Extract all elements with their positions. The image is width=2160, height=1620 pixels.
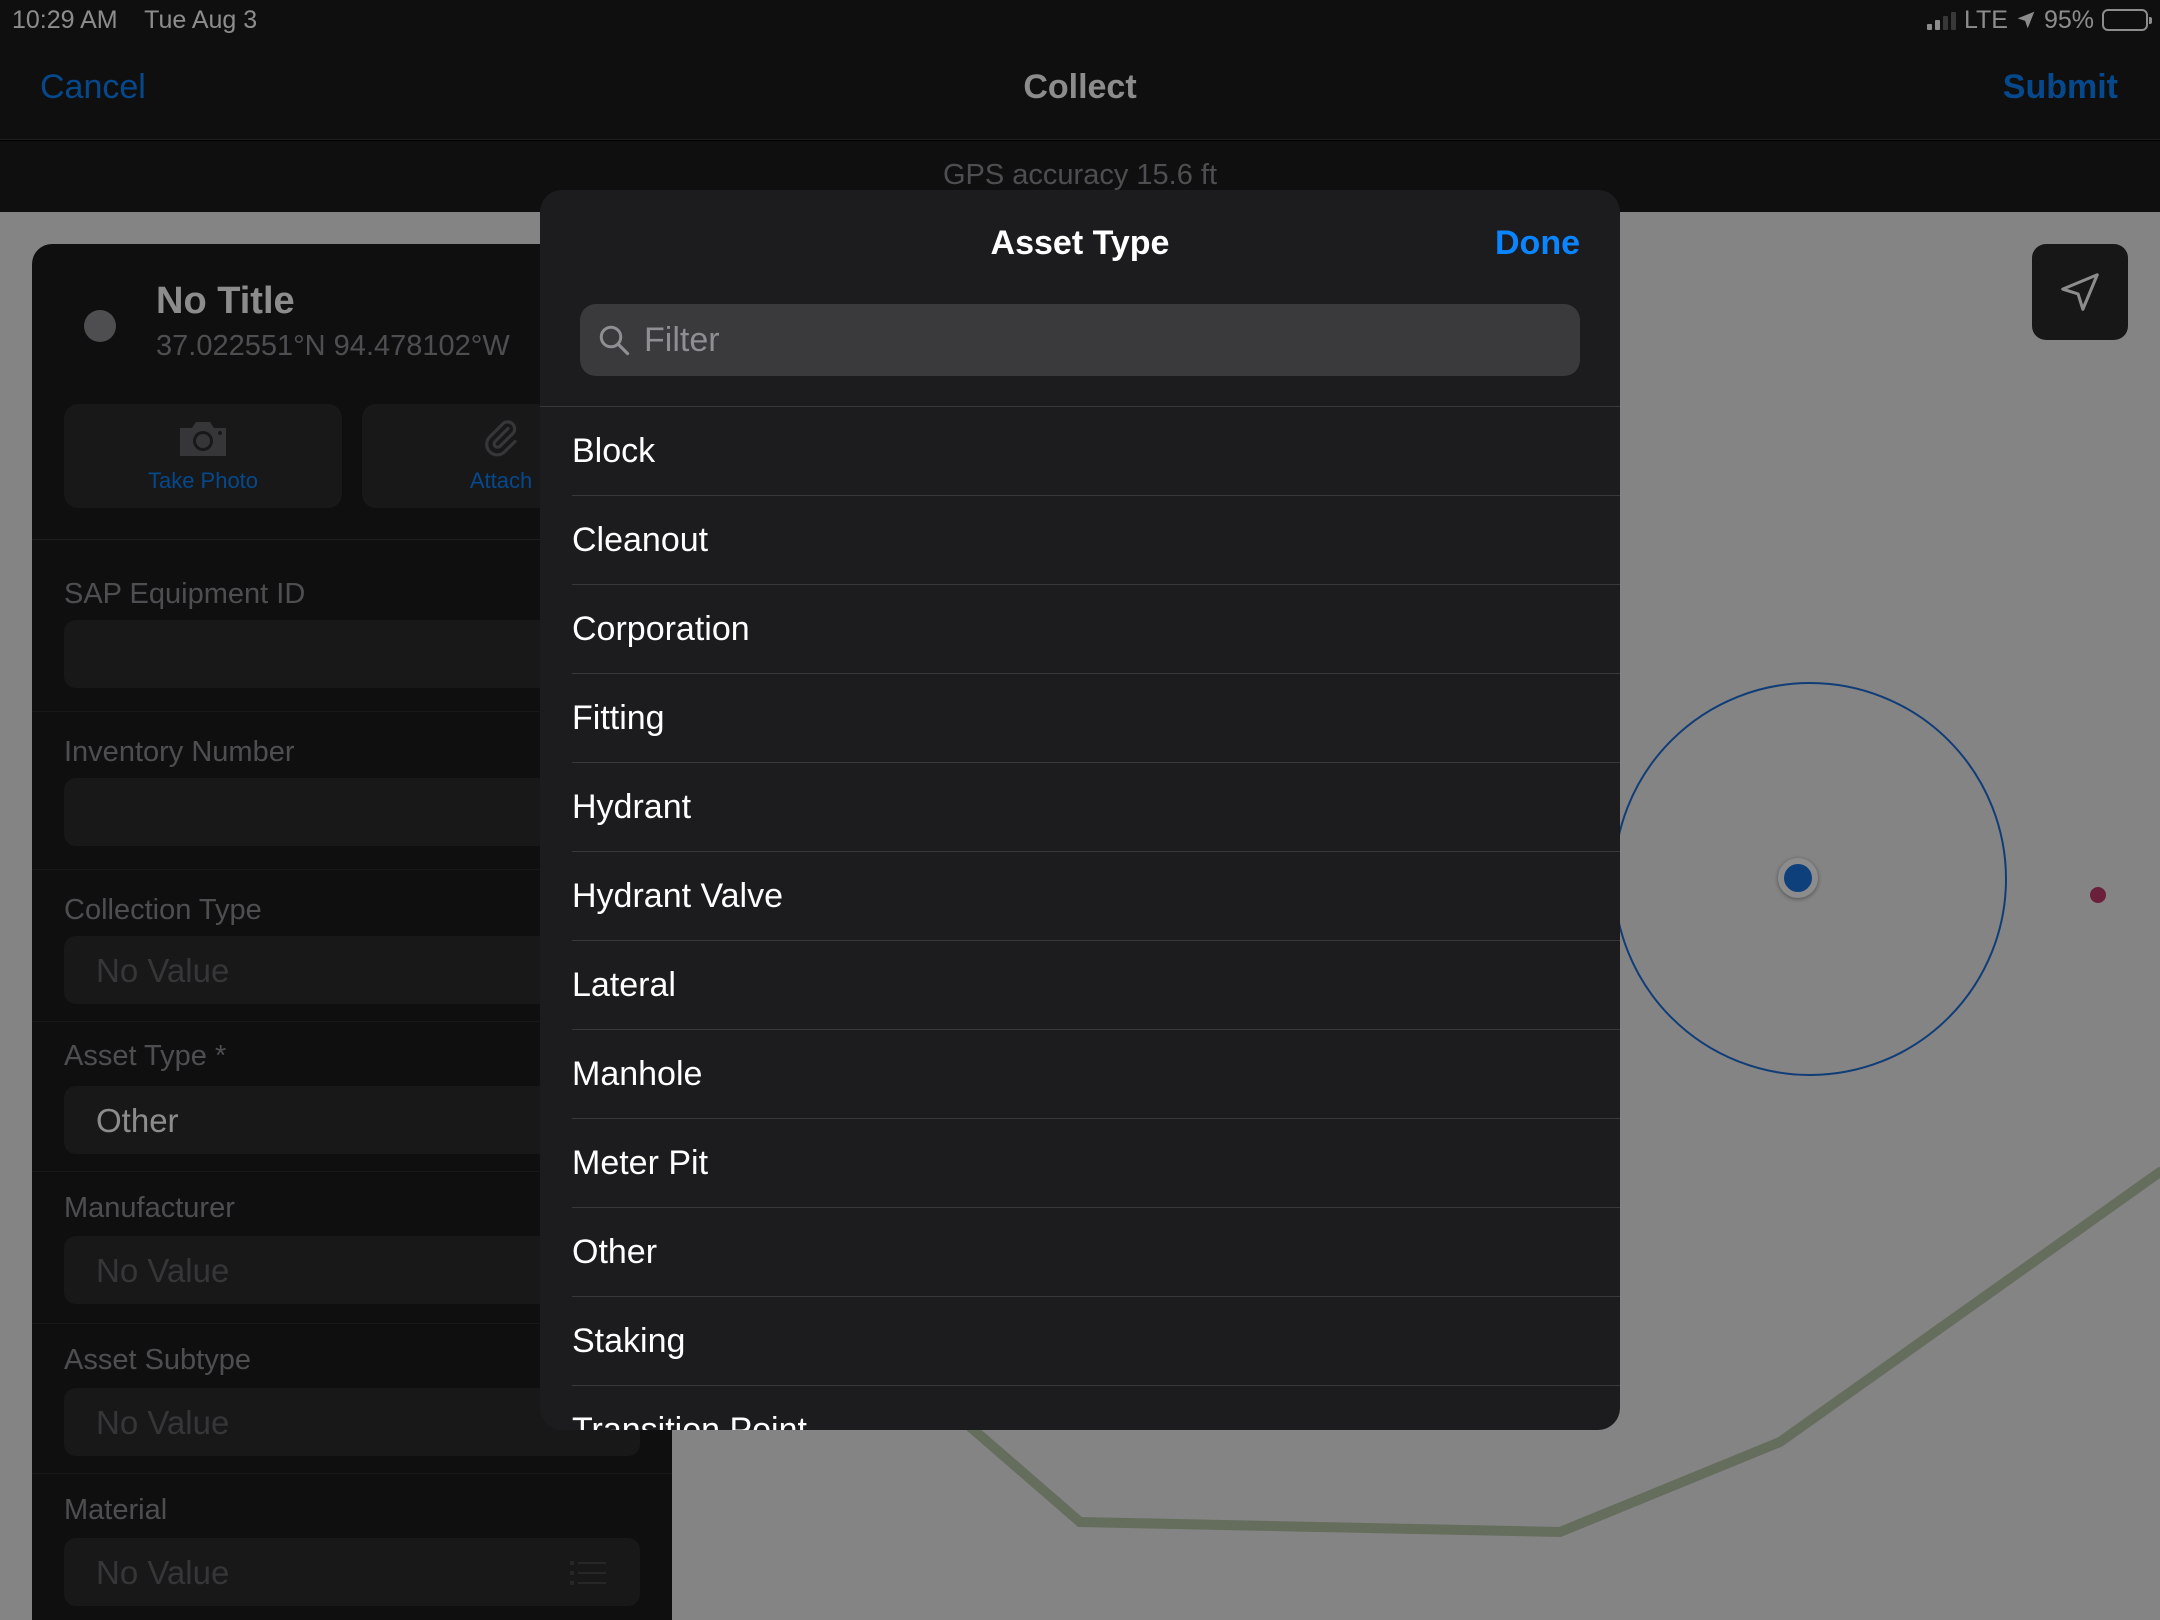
filter-input[interactable]	[644, 320, 1544, 360]
option-fitting[interactable]: Fitting	[572, 674, 1620, 763]
picker-title: Asset Type	[990, 224, 1170, 262]
search-icon	[599, 325, 630, 356]
option-cleanout[interactable]: Cleanout	[572, 496, 1620, 585]
filter-field[interactable]	[580, 304, 1580, 376]
option-other[interactable]: Other	[572, 1208, 1620, 1297]
asset-type-options-list[interactable]: Block Cleanout Corporation Fitting Hydra…	[540, 406, 1620, 1430]
option-staking[interactable]: Staking	[572, 1297, 1620, 1386]
option-hydrant-valve[interactable]: Hydrant Valve	[572, 852, 1620, 941]
option-corporation[interactable]: Corporation	[572, 585, 1620, 674]
option-lateral[interactable]: Lateral	[572, 941, 1620, 1030]
option-block[interactable]: Block	[572, 407, 1620, 496]
option-meter-pit[interactable]: Meter Pit	[572, 1119, 1620, 1208]
done-button[interactable]: Done	[1495, 224, 1580, 263]
option-transition-point[interactable]: Transition Point	[572, 1386, 1620, 1431]
option-manhole[interactable]: Manhole	[572, 1030, 1620, 1119]
option-hydrant[interactable]: Hydrant	[572, 763, 1620, 852]
asset-type-picker: Asset Type Done Block Cleanout Corporati…	[540, 190, 1620, 1430]
